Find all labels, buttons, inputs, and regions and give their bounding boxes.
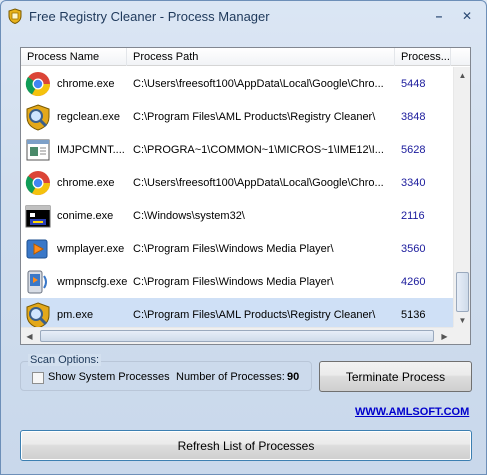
- process-path: C:\Program Files\Windows Media Player\: [133, 242, 334, 255]
- process-id: 3560: [401, 242, 426, 255]
- column-header-process-id[interactable]: Process...: [395, 48, 451, 66]
- table-row[interactable]: IMJPCMNT.... C:\PROGRA~1\COMMON~1\MICROS…: [21, 133, 453, 166]
- process-id: 2116: [401, 209, 425, 222]
- console-ime-icon: [23, 201, 53, 231]
- process-path: C:\PROGRA~1\COMMON~1\MICROS~1\IME12\I...: [133, 143, 384, 156]
- close-icon: ✕: [461, 9, 473, 23]
- table-row[interactable]: wmpnscfg.exe C:\Program Files\Windows Me…: [21, 265, 453, 298]
- list-header: Process Name Process Path Process...: [21, 48, 470, 66]
- process-path: C:\Program Files\AML Products\Registry C…: [133, 110, 376, 123]
- show-system-processes-checkbox[interactable]: [32, 372, 44, 384]
- table-row-selected[interactable]: pm.exe C:\Program Files\AML Products\Reg…: [21, 298, 453, 329]
- process-name: chrome.exe: [57, 77, 115, 90]
- registry-cleaner-icon: [23, 300, 53, 330]
- process-name: regclean.exe: [57, 110, 120, 123]
- table-row[interactable]: wmplayer.exe C:\Program Files\Windows Me…: [21, 232, 453, 265]
- process-id: 5136: [401, 308, 426, 321]
- process-count-value: 90: [287, 371, 300, 383]
- process-name: wmpnscfg.exe: [57, 275, 127, 288]
- title-bar[interactable]: Free Registry Cleaner - Process Manager …: [1, 1, 486, 31]
- table-row[interactable]: regclean.exe C:\Program Files\AML Produc…: [21, 100, 453, 133]
- process-path: C:\Users\freesoft100\AppData\Local\Googl…: [133, 77, 384, 90]
- ime-window-icon: [23, 135, 53, 165]
- close-button[interactable]: ✕: [456, 7, 478, 25]
- terminate-process-label: Terminate Process: [345, 369, 446, 384]
- scan-options-legend: Scan Options:: [28, 354, 102, 366]
- chrome-icon: [23, 168, 53, 198]
- horizontal-scroll-thumb[interactable]: [40, 330, 434, 342]
- scroll-right-icon[interactable]: ▶: [436, 328, 453, 345]
- process-name: IMJPCMNT....: [57, 143, 125, 156]
- scan-options-group: Scan Options: Show System Processes Numb…: [20, 354, 312, 391]
- minimize-button[interactable]: –: [428, 7, 450, 25]
- process-name: conime.exe: [57, 209, 114, 222]
- process-path: C:\Program Files\Windows Media Player\: [133, 275, 334, 288]
- process-count-label: Number of Processes:: [176, 371, 285, 383]
- media-player-icon: [23, 234, 53, 264]
- process-name: pm.exe: [57, 308, 94, 321]
- window-title: Free Registry Cleaner - Process Manager: [29, 9, 270, 24]
- list-body: chrome.exe C:\Users\freesoft100\AppData\…: [21, 67, 453, 329]
- process-manager-window: Free Registry Cleaner - Process Manager …: [0, 0, 487, 475]
- process-id: 4260: [401, 275, 426, 288]
- process-name: wmplayer.exe: [57, 242, 125, 255]
- terminate-process-button[interactable]: Terminate Process: [319, 361, 472, 392]
- registry-cleaner-icon: [23, 102, 53, 132]
- scroll-left-icon[interactable]: ◀: [21, 328, 38, 345]
- vertical-scroll-thumb[interactable]: [456, 272, 469, 312]
- process-path: C:\Windows\system32\: [133, 209, 245, 222]
- scrollbar-corner: [453, 327, 470, 344]
- process-id: 3340: [401, 176, 426, 189]
- process-path: C:\Program Files\AML Products\Registry C…: [133, 308, 376, 321]
- chrome-icon: [23, 69, 53, 99]
- show-system-processes-label[interactable]: Show System Processes: [48, 371, 170, 383]
- process-id: 5628: [401, 143, 426, 156]
- vertical-scrollbar[interactable]: ▲ ▼: [453, 67, 470, 329]
- process-path: C:\Users\freesoft100\AppData\Local\Googl…: [133, 176, 384, 189]
- column-header-process-name[interactable]: Process Name: [21, 48, 127, 66]
- horizontal-scrollbar[interactable]: ◀ ▶: [21, 327, 453, 344]
- table-row[interactable]: chrome.exe C:\Users\freesoft100\AppData\…: [21, 67, 453, 100]
- minimize-icon: –: [435, 9, 443, 23]
- table-row[interactable]: conime.exe C:\Windows\system32\ 2116: [21, 199, 453, 232]
- refresh-list-button[interactable]: Refresh List of Processes: [20, 430, 472, 461]
- media-player-network-icon: [23, 267, 53, 297]
- process-id: 5448: [401, 77, 426, 90]
- amlsoft-website-link[interactable]: WWW.AMLSOFT.COM: [355, 406, 469, 418]
- process-list[interactable]: Process Name Process Path Process... chr…: [20, 47, 471, 345]
- scroll-up-icon[interactable]: ▲: [454, 67, 471, 84]
- refresh-list-label: Refresh List of Processes: [177, 438, 315, 453]
- column-header-process-path[interactable]: Process Path: [127, 48, 395, 66]
- app-shield-icon: [7, 8, 23, 25]
- process-name: chrome.exe: [57, 176, 115, 189]
- table-row[interactable]: chrome.exe C:\Users\freesoft100\AppData\…: [21, 166, 453, 199]
- process-id: 3848: [401, 110, 426, 123]
